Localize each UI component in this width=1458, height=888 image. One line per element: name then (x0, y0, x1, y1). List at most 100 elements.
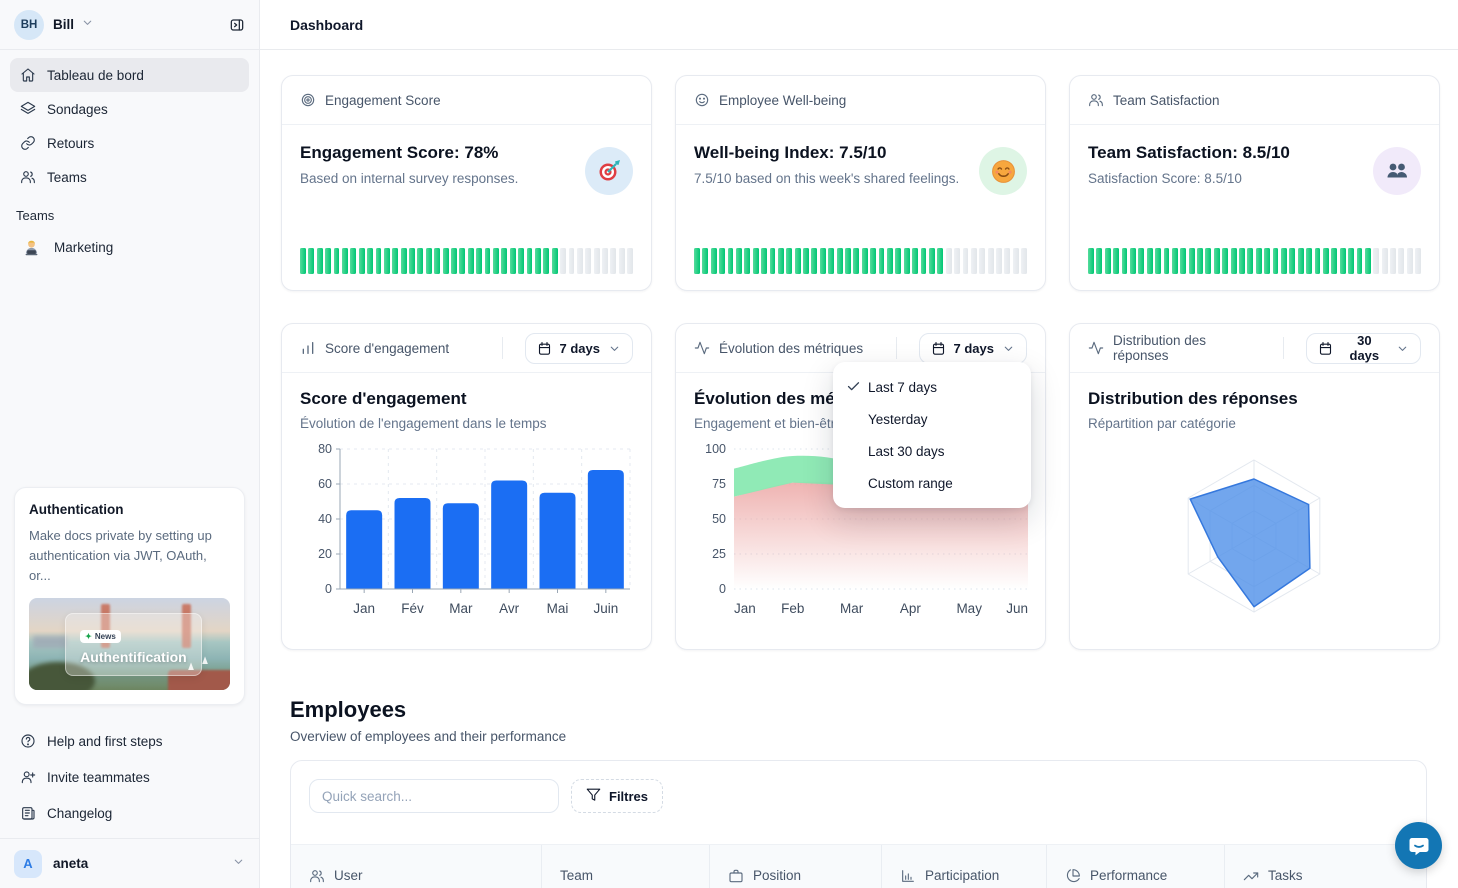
sparkle-icon: ✦ (85, 632, 92, 641)
progress-segment (1407, 248, 1413, 274)
promo-image-title: Authentification (80, 649, 201, 665)
target-icon (300, 92, 316, 108)
column-header-position[interactable]: Position (709, 845, 881, 888)
sidebar-collapse-button[interactable] (229, 17, 245, 33)
promo-card[interactable]: Authentication Make docs private by sett… (14, 487, 245, 705)
workspace-switcher[interactable]: BH Bill (0, 0, 259, 50)
svg-text:75: 75 (712, 477, 726, 491)
progress-segment (963, 248, 969, 274)
progress-segment (786, 248, 792, 274)
column-header-participation[interactable]: Participation (881, 845, 1046, 888)
chart-card: Distribution des réponses 30 days Distri… (1069, 323, 1440, 650)
svg-text:20: 20 (318, 547, 332, 561)
user-plus-icon (20, 769, 36, 785)
svg-text:Jun: Jun (1006, 601, 1028, 616)
sidebar-item-teams[interactable]: Teams (10, 160, 249, 194)
users-icon (20, 169, 36, 185)
briefcase-icon (728, 868, 744, 884)
house-icon (20, 67, 36, 83)
chevron-down-icon (1002, 342, 1015, 355)
promo-image-overlay: ✦News Authentification (65, 613, 202, 676)
progress-segment (376, 248, 382, 274)
stat-card-header: Engagement Score (282, 76, 651, 125)
progress-segment (770, 248, 776, 274)
chat-widget-button[interactable] (1395, 822, 1442, 869)
smiley-icon (694, 92, 710, 108)
account-switcher[interactable]: A aneta (0, 838, 259, 888)
menu-item-custom-range[interactable]: Custom range (833, 467, 1031, 499)
progress-segment (694, 248, 700, 274)
sidebar-item-sondages[interactable]: Sondages (10, 92, 249, 126)
progress-segment (384, 248, 390, 274)
progress-segment (845, 248, 851, 274)
sidebar-footer-help-and-first-steps[interactable]: Help and first steps (10, 723, 249, 759)
sidebar-item-tableau-de-bord[interactable]: Tableau de bord (10, 58, 249, 92)
menu-item-last-7-days[interactable]: Last 7 days (833, 371, 1031, 403)
date-range-button[interactable]: 7 days (525, 333, 633, 364)
progress-segment (728, 248, 734, 274)
progress-segment (711, 248, 717, 274)
date-range-button[interactable]: 30 days (1306, 333, 1421, 364)
sidebar-item-retours[interactable]: Retours (10, 126, 249, 160)
progress-segment (1189, 248, 1195, 274)
progress-segment (1247, 248, 1253, 274)
bar-chart-icon (300, 340, 316, 356)
progress-segment (887, 248, 893, 274)
progress-segment (510, 248, 516, 274)
progress-segment (1021, 248, 1027, 274)
chart-card-header: Distribution des réponses 30 days (1070, 324, 1439, 373)
users-icon (309, 868, 325, 884)
chevron-down-icon (608, 342, 621, 355)
progress-segment (1122, 248, 1128, 274)
column-header-team[interactable]: Team (541, 845, 709, 888)
sidebar-footer-invite-teammates[interactable]: Invite teammates (10, 759, 249, 795)
progress-segment (1088, 248, 1094, 274)
progress-segment (619, 248, 625, 274)
progress-segment (334, 248, 340, 274)
table-toolbar: Filtres (291, 761, 1426, 831)
progress-segment (417, 248, 423, 274)
teams-list: Marketing (0, 227, 259, 267)
progress-segment (1315, 248, 1321, 274)
progress-segment (1264, 248, 1270, 274)
progress-segment (501, 248, 507, 274)
sidebar-footer-changelog[interactable]: Changelog (10, 795, 249, 831)
link-icon (20, 135, 36, 151)
sidebar-item-label: Teams (47, 170, 87, 185)
progress-segment (308, 248, 314, 274)
svg-text:100: 100 (705, 442, 726, 456)
progress-segment (895, 248, 901, 274)
progress-segment (736, 248, 742, 274)
progress-segment (552, 248, 558, 274)
chat-bubble-icon (1407, 834, 1431, 858)
progress-segment (560, 248, 566, 274)
employees-title: Employees (290, 697, 406, 723)
progress-segment (359, 248, 365, 274)
progress-segment (350, 248, 356, 274)
chart-subtitle: Répartition par catégorie (1088, 416, 1421, 431)
pie-chart-icon (1065, 868, 1081, 884)
progress-segment (610, 248, 616, 274)
progress-segment (744, 248, 750, 274)
progress-segment (1004, 248, 1010, 274)
column-header-user[interactable]: User (291, 845, 541, 888)
chart-title: Distribution des réponses (1088, 389, 1421, 409)
svg-text:60: 60 (318, 477, 332, 491)
filters-button[interactable]: Filtres (571, 779, 663, 813)
sidebar-footer-nav: Help and first steps Invite teammates Ch… (10, 723, 249, 831)
search-input[interactable] (309, 779, 559, 813)
svg-text:May: May (956, 601, 982, 616)
help-circle-icon (20, 733, 36, 749)
date-range-button[interactable]: 7 days (919, 333, 1027, 364)
svg-text:0: 0 (325, 582, 332, 596)
progress-segment (954, 248, 960, 274)
progress-segment (594, 248, 600, 274)
menu-item-last-30-days[interactable]: Last 30 days (833, 435, 1031, 467)
bar-chart: 020406080JanFévMarAvrMaiJuin (300, 439, 635, 631)
menu-item-yesterday[interactable]: Yesterday (833, 403, 1031, 435)
radar-chart (1088, 439, 1423, 631)
progress-segment (325, 248, 331, 274)
column-header-performance[interactable]: Performance (1046, 845, 1224, 888)
chart-subtitle: Évolution de l'engagement dans le temps (300, 416, 633, 431)
sidebar-team-marketing[interactable]: Marketing (10, 227, 249, 267)
